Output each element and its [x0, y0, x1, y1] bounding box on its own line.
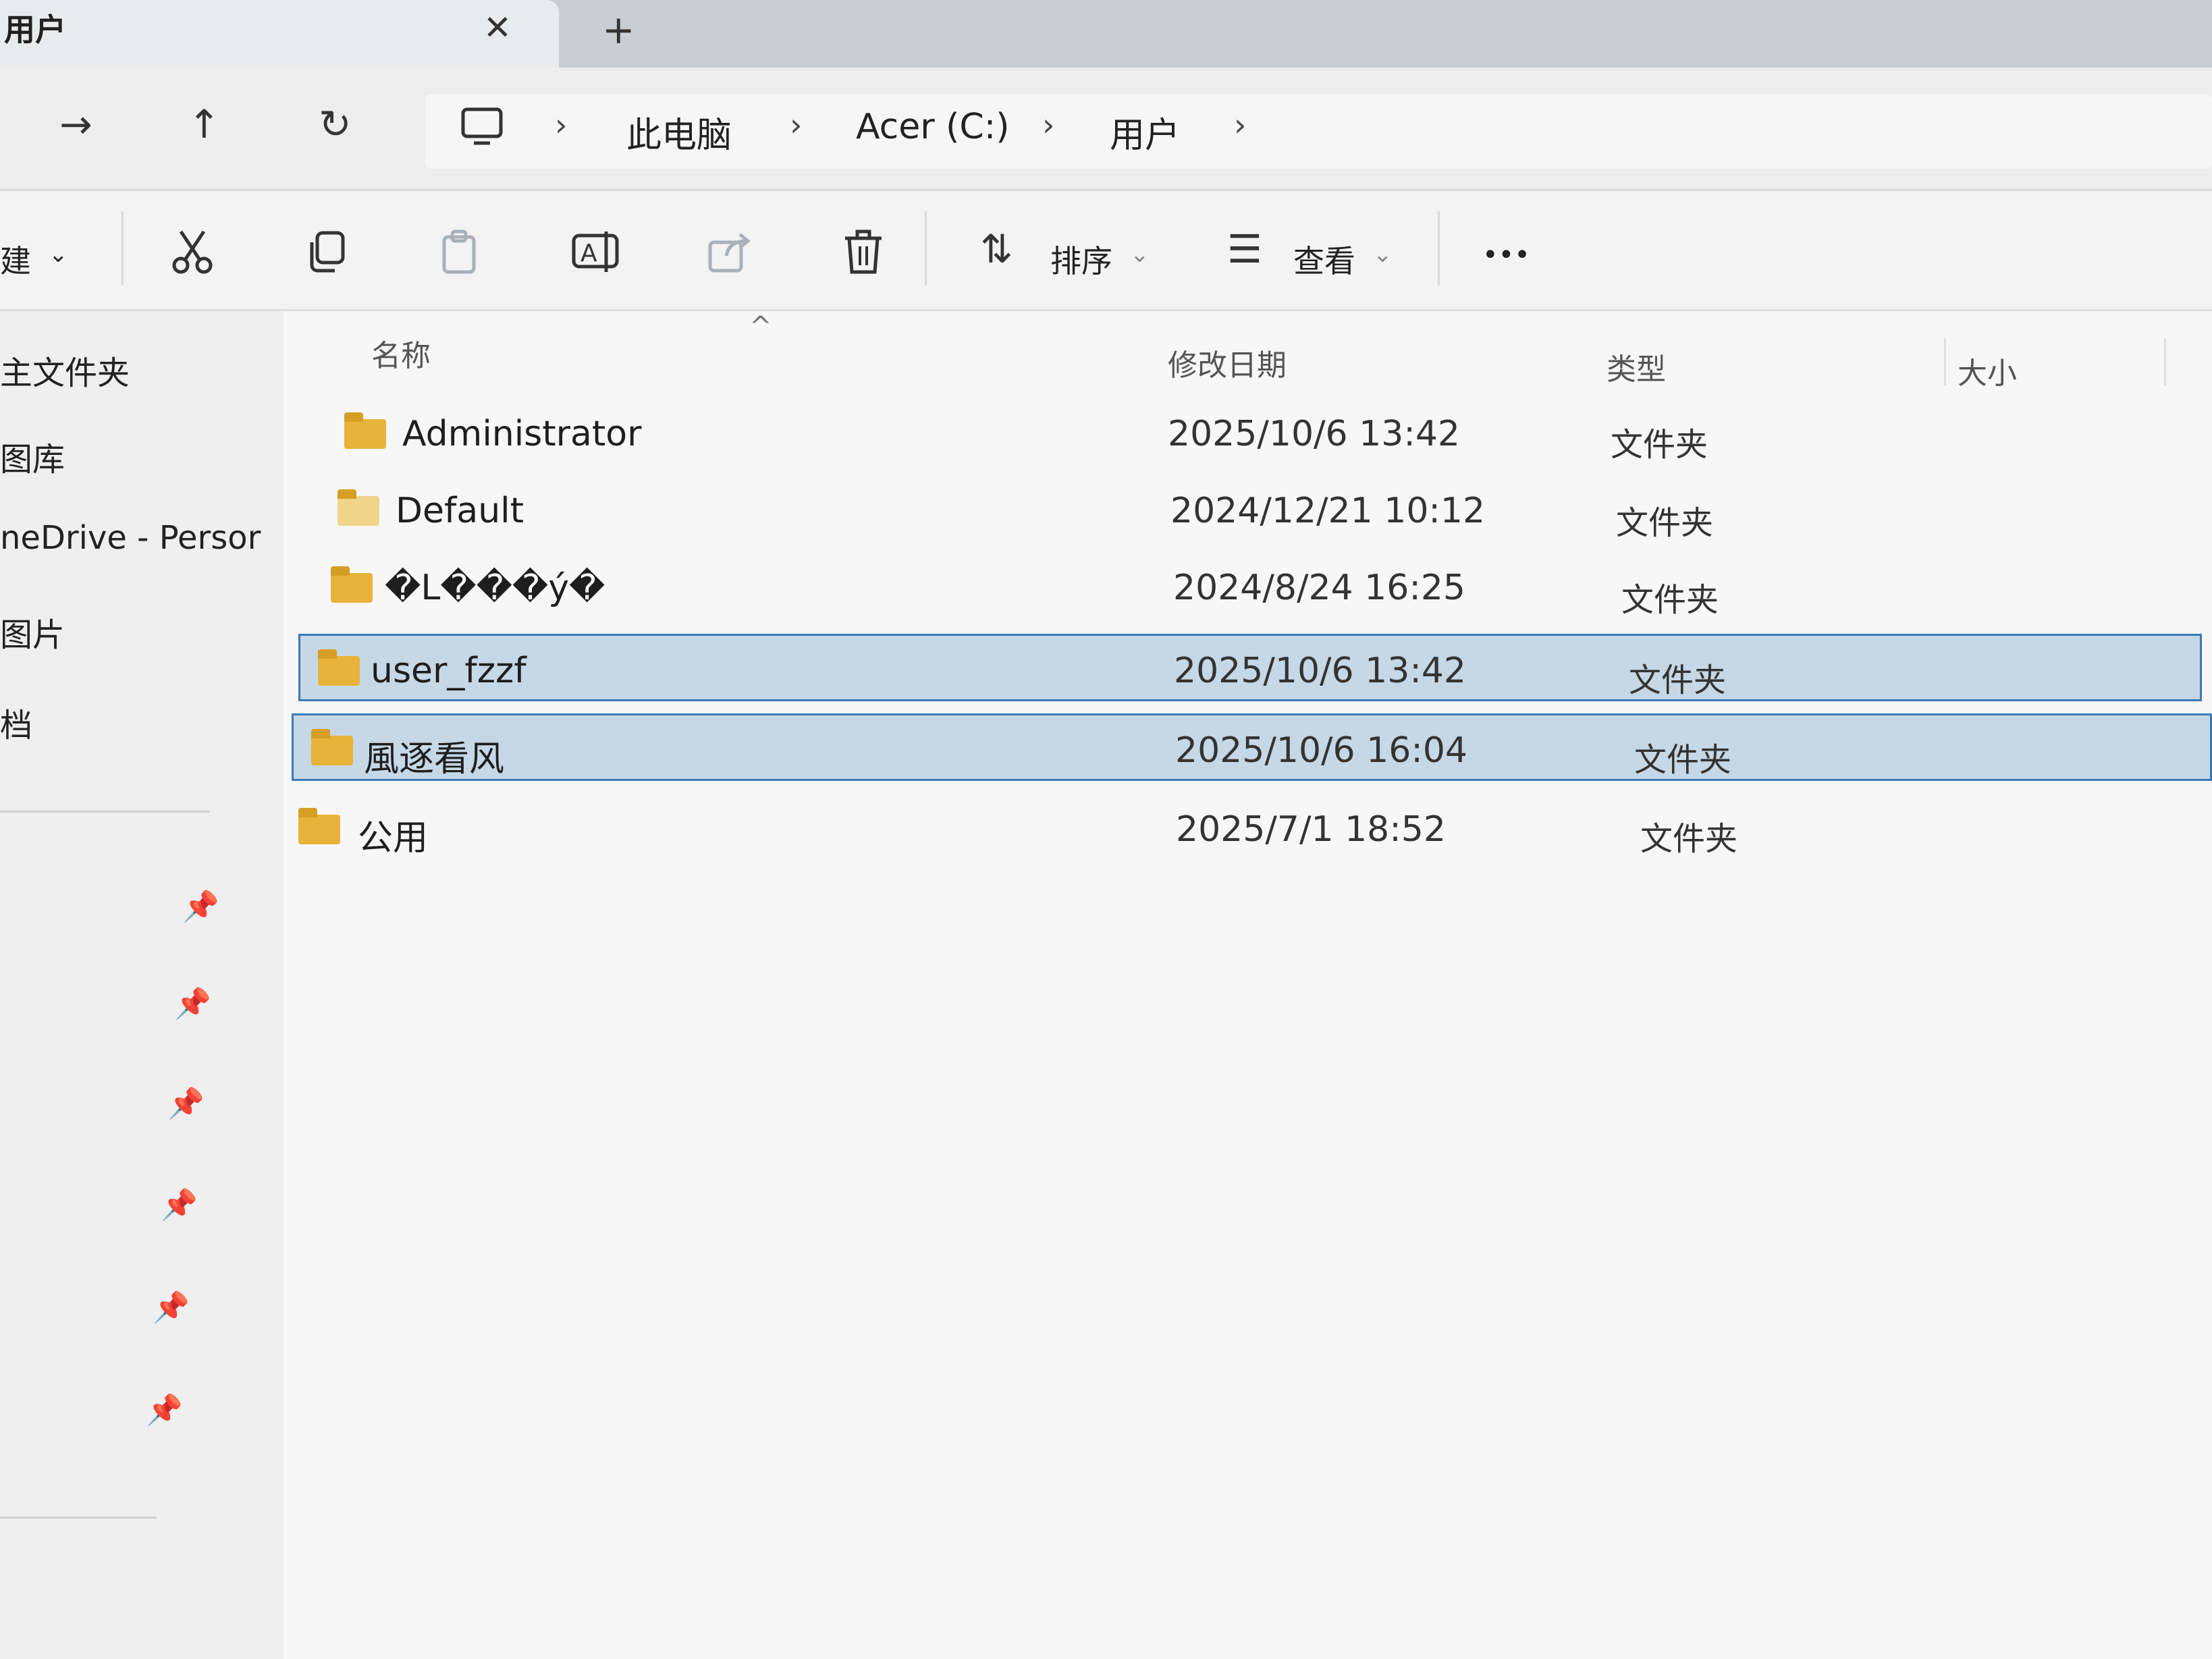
divider: [122, 211, 124, 285]
column-divider[interactable]: [2164, 338, 2166, 385]
table-row[interactable]: 公用 2025/7/1 18:52 文件夹: [284, 794, 2212, 862]
view-list-icon[interactable]: ☰: [1227, 226, 1262, 272]
folder-icon: [338, 489, 379, 526]
folder-icon: [331, 566, 373, 603]
tab-strip: 用户 ✕ +: [0, 0, 2212, 67]
folder-icon: [318, 649, 360, 686]
file-date: 2025/10/6 13:42: [1168, 414, 1461, 454]
file-date: 2025/7/1 18:52: [1176, 809, 1446, 850]
pin-icon[interactable]: 📌: [167, 1086, 205, 1121]
rename-icon[interactable]: A: [571, 229, 621, 276]
more-options-icon[interactable]: •••: [1482, 240, 1530, 271]
view-button[interactable]: 查看: [1293, 237, 1355, 281]
chevron-down-icon[interactable]: ⌄: [1130, 241, 1150, 268]
file-name: user_fzzf: [371, 651, 527, 691]
close-icon[interactable]: ✕: [483, 8, 512, 47]
sidebar-item-pictures[interactable]: 图片: [0, 608, 65, 655]
pin-icon[interactable]: 📌: [182, 889, 219, 924]
forward-arrow-icon[interactable]: →: [59, 101, 92, 147]
file-name: Default: [396, 491, 524, 531]
sort-icon[interactable]: ⇅: [980, 226, 1013, 272]
column-header-size[interactable]: 大小: [1958, 349, 2017, 392]
chevron-down-icon[interactable]: ⌄: [1373, 241, 1393, 268]
sidebar-item-home[interactable]: 主文件夹: [0, 346, 130, 393]
divider: [925, 211, 927, 285]
sidebar-divider: [0, 1517, 157, 1519]
delete-icon[interactable]: [841, 229, 888, 276]
table-row[interactable]: 風逐看风 2025/10/6 16:04 文件夹: [292, 713, 2212, 781]
this-pc-icon[interactable]: [459, 105, 506, 153]
breadcrumb-separator: ›: [790, 107, 803, 143]
sidebar-item-onedrive[interactable]: neDrive - Persor: [0, 519, 261, 557]
column-header-type[interactable]: 类型: [1607, 345, 1666, 388]
pin-icon[interactable]: 📌: [146, 1392, 183, 1427]
table-row[interactable]: Administrator 2025/10/6 13:42 文件夹: [324, 399, 2147, 466]
divider: [1438, 211, 1440, 285]
breadcrumb-drive-c[interactable]: Acer (C:): [856, 107, 1010, 147]
share-icon[interactable]: [706, 229, 753, 276]
sort-button[interactable]: 排序: [1050, 237, 1112, 281]
file-date: 2024/12/21 10:12: [1170, 491, 1486, 531]
file-name: �L���ý�: [385, 568, 605, 608]
new-tab-icon[interactable]: +: [602, 7, 635, 53]
table-row[interactable]: Default 2024/12/21 10:12 文件夹: [317, 476, 2147, 543]
file-date: 2025/10/6 16:04: [1175, 730, 1468, 771]
sidebar-item-documents[interactable]: 档: [0, 699, 32, 746]
breadcrumb-separator[interactable]: ›: [1234, 107, 1246, 143]
column-divider[interactable]: [1944, 338, 1946, 385]
column-header-date[interactable]: 修改日期: [1168, 341, 1287, 384]
file-name: 風逐看风: [364, 739, 505, 780]
paste-icon[interactable]: [437, 229, 485, 276]
pin-icon[interactable]: 📌: [161, 1187, 198, 1222]
table-row[interactable]: �L���ý� 2024/8/24 16:25 文件夹: [311, 553, 2147, 620]
breadcrumb-separator: ›: [1042, 107, 1055, 143]
file-name: Administrator: [402, 414, 642, 454]
file-type: 文件夹: [1616, 504, 1714, 542]
file-type: 文件夹: [1611, 426, 1708, 464]
sidebar-divider: [0, 811, 209, 813]
file-date: 2024/8/24 16:25: [1173, 568, 1466, 608]
navigation-pane: 主文件夹 图库 neDrive - Persor 图片 档 📌 📌 📌 📌 📌 …: [0, 311, 284, 1659]
up-arrow-icon[interactable]: ↑: [188, 101, 221, 147]
file-type: 文件夹: [1621, 581, 1719, 619]
folder-icon: [298, 808, 340, 844]
file-type: 文件夹: [1629, 661, 1727, 699]
file-type: 文件夹: [1640, 820, 1738, 858]
command-bar: 建 ⌄ A ⇅ 排序 ⌄ ☰ 查看 ⌄ •••: [0, 191, 2212, 311]
chevron-down-icon[interactable]: ⌄: [49, 241, 68, 268]
breadcrumb-separator: ›: [555, 107, 568, 143]
sidebar-item-gallery[interactable]: 图库: [0, 433, 65, 480]
tab-users[interactable]: 用户 ✕: [0, 0, 559, 67]
file-date: 2025/10/6 13:42: [1174, 651, 1467, 691]
pin-icon[interactable]: 📌: [153, 1290, 190, 1325]
refresh-icon[interactable]: ↻: [319, 101, 352, 147]
file-list: ^ 名称 修改日期 类型 大小 Administrator 2025/10/6 …: [284, 311, 2212, 1659]
tab-title: 用户: [4, 11, 66, 48]
copy-icon[interactable]: [304, 229, 351, 276]
breadcrumb-users[interactable]: 用户: [1110, 107, 1180, 157]
folder-icon: [311, 729, 353, 765]
address-bar: → ↑ ↻ › 此电脑 › Acer (C:) › 用户 ›: [0, 67, 2212, 191]
breadcrumb-this-pc[interactable]: 此电脑: [626, 107, 732, 157]
pin-icon[interactable]: 📌: [174, 986, 211, 1021]
table-row[interactable]: user_fzzf 2025/10/6 13:42 文件夹: [298, 634, 2202, 701]
file-name: 公用: [358, 818, 429, 859]
svg-text:A: A: [581, 240, 597, 267]
column-header-name[interactable]: 名称: [371, 331, 431, 375]
cut-icon[interactable]: [169, 229, 216, 276]
sort-caret-icon: ^: [749, 311, 772, 342]
file-type: 文件夹: [1634, 741, 1732, 779]
new-button[interactable]: 建: [0, 237, 31, 281]
folder-icon: [344, 412, 386, 449]
